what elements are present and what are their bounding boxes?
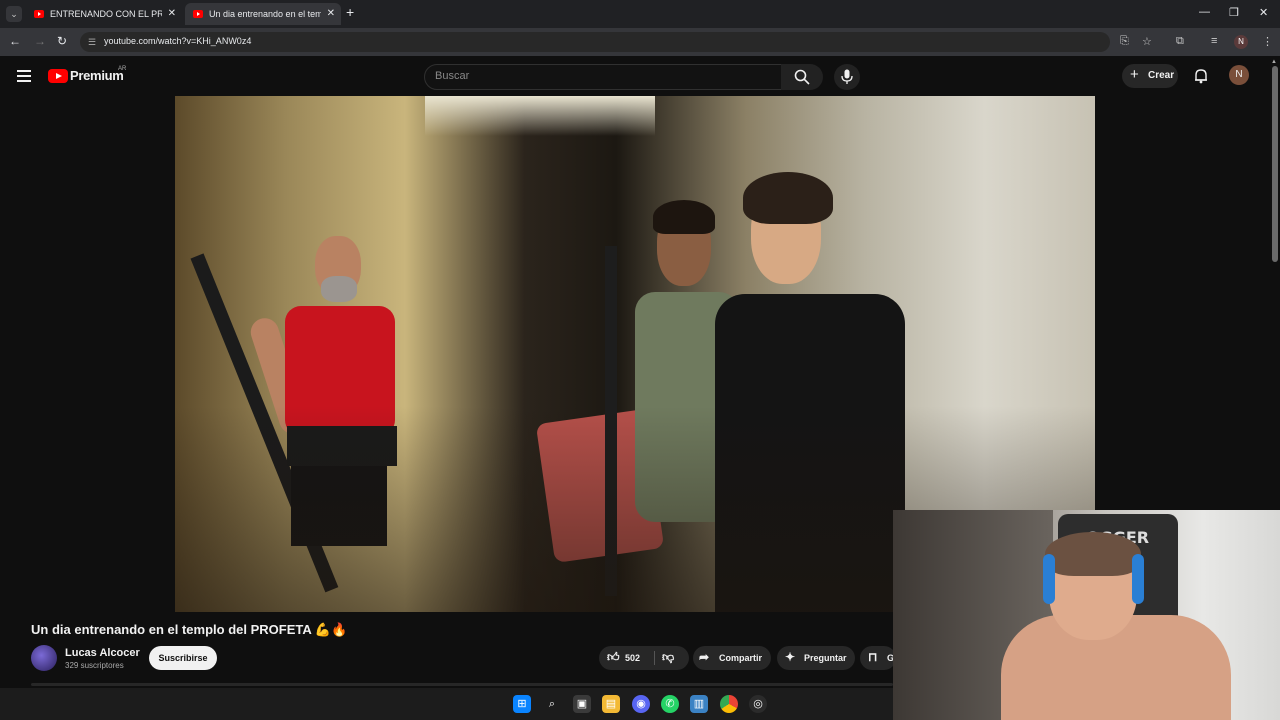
youtube-favicon-icon	[34, 10, 44, 18]
search-placeholder: Buscar	[435, 70, 470, 82]
ceiling-light	[425, 96, 655, 136]
share-button[interactable]: ➦ Compartir	[693, 646, 771, 670]
browser-menu-icon[interactable]: ⋮	[1262, 35, 1273, 48]
like-separator	[654, 651, 655, 665]
channel-name[interactable]: Lucas Alcocer	[65, 647, 140, 659]
sparkle-icon: ✦	[785, 650, 796, 664]
windows-taskbar: ⊞ ⌕ ▣ ▤ ◉ ✆ ▥ ◎	[0, 688, 893, 720]
extensions-icon[interactable]: ⧉	[1176, 35, 1184, 48]
bookmark-icon: ⊓	[868, 650, 878, 664]
menu-hamburger-icon[interactable]	[17, 70, 31, 85]
discord-icon[interactable]: ◉	[632, 695, 650, 713]
region-code: AR	[118, 66, 127, 72]
notepad-icon[interactable]: ▥	[690, 695, 708, 713]
youtube-favicon-icon	[193, 10, 203, 18]
tab-close-icon[interactable]: ✕	[327, 3, 335, 25]
browser-profile-avatar[interactable]: N	[1234, 35, 1248, 49]
reload-icon[interactable]: ↻	[57, 34, 67, 48]
chrome-icon[interactable]	[720, 695, 738, 713]
search-icon[interactable]: ⌕	[543, 695, 561, 713]
minimize-button[interactable]: —	[1199, 6, 1210, 18]
like-dislike-group: 👍︎ 502 👎︎	[599, 646, 689, 670]
notifications-bell-icon[interactable]	[1193, 68, 1209, 84]
tab-title: ENTRENANDO CON EL PROFETA	[50, 9, 162, 19]
webcam-overlay: OGGER	[893, 510, 1280, 720]
share-label: Compartir	[719, 653, 763, 663]
youtube-logo-text[interactable]: Premium	[70, 68, 124, 83]
share-arrow-icon: ➦	[699, 650, 710, 664]
install-app-icon[interactable]: ⎘	[1120, 35, 1129, 48]
obs-icon[interactable]: ◎	[749, 695, 767, 713]
subscriber-count: 329 suscriptores	[65, 661, 124, 670]
ask-label: Preguntar	[804, 653, 847, 663]
plus-icon: +	[1130, 66, 1139, 83]
subscribe-button[interactable]: Suscribirse	[149, 646, 217, 670]
save-button[interactable]: ⊓ G	[860, 646, 896, 670]
url-text: youtube.com/watch?v=KHi_ANW0z4	[104, 36, 252, 46]
youtube-header: Premium AR Buscar + Crear N	[0, 56, 1280, 96]
search-icon	[794, 69, 810, 85]
search-button[interactable]	[781, 64, 823, 90]
create-button[interactable]: + Crear	[1122, 64, 1178, 88]
restore-button[interactable]: ❐	[1229, 6, 1239, 19]
tab-title: Un dia entrenando en el templo	[209, 9, 321, 19]
browser-tab-bar: ⌄ ENTRENANDO CON EL PROFETA ✕ Un dia ent…	[0, 0, 1280, 28]
video-title: Un dia entrenando en el templo del PROFE…	[31, 622, 348, 637]
microphone-icon	[841, 69, 853, 84]
whatsapp-icon[interactable]: ✆	[661, 695, 679, 713]
account-avatar[interactable]: N	[1229, 65, 1249, 85]
tab-search-button[interactable]: ⌄	[6, 6, 22, 22]
like-count[interactable]: 502	[625, 653, 640, 663]
headphones-icon	[1132, 554, 1144, 604]
new-tab-button[interactable]: +	[346, 4, 354, 20]
dislike-thumb-icon[interactable]: 👎︎	[662, 650, 674, 665]
back-arrow-icon[interactable]: ←	[9, 34, 21, 48]
webcam-person-hair	[1045, 532, 1141, 576]
tab-close-icon[interactable]: ✕	[168, 3, 176, 25]
address-toolbar: ← → ↻ ☰ youtube.com/watch?v=KHi_ANW0z4 ⎘…	[0, 28, 1280, 56]
voice-search-button[interactable]	[834, 64, 860, 90]
youtube-logo-icon[interactable]	[48, 69, 68, 83]
tab-entrenando[interactable]: ENTRENANDO CON EL PROFETA ✕	[26, 3, 182, 25]
bookmark-star-icon[interactable]: ☆	[1142, 35, 1152, 48]
ask-button[interactable]: ✦ Preguntar	[777, 646, 855, 670]
page-scrollbar[interactable]	[1272, 66, 1278, 262]
forward-arrow-icon[interactable]: →	[34, 34, 46, 48]
url-bar[interactable]: ☰ youtube.com/watch?v=KHi_ANW0z4	[80, 32, 1110, 52]
site-info-icon[interactable]: ☰	[88, 37, 96, 48]
create-label: Crear	[1148, 70, 1175, 81]
window-close-button[interactable]: ✕	[1259, 6, 1268, 19]
task-view-icon[interactable]: ▣	[573, 695, 591, 713]
search-input[interactable]: Buscar	[424, 64, 782, 90]
like-thumb-icon[interactable]: 👍︎	[607, 650, 620, 665]
scroll-up-arrow-icon[interactable]: ▲	[1271, 59, 1277, 65]
channel-avatar[interactable]	[31, 645, 57, 671]
file-explorer-icon[interactable]: ▤	[602, 695, 620, 713]
media-control-icon[interactable]: ≡	[1211, 35, 1217, 47]
tab-active-video[interactable]: Un dia entrenando en el templo ✕	[185, 3, 341, 25]
windows-start-icon[interactable]: ⊞	[513, 695, 531, 713]
description-divider	[31, 683, 893, 686]
headphones-icon	[1043, 554, 1055, 604]
